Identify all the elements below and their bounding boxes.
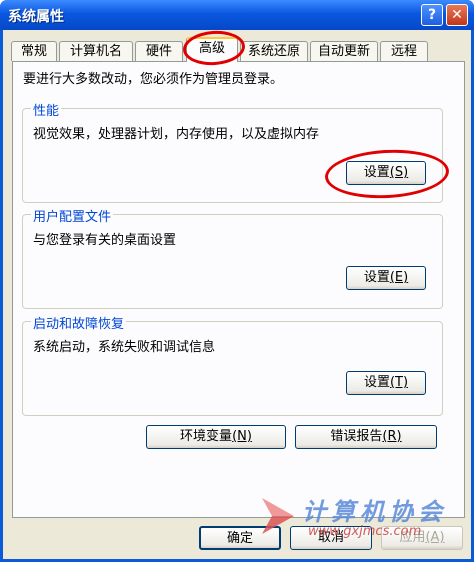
title-bar[interactable]: 系统属性 ? ✕ xyxy=(0,0,474,30)
dialog-body: 常规 计算机名 硬件 高级 系统还原 自动更新 远程 要进行大多数改动，您必须作… xyxy=(3,28,471,559)
system-properties-window: 系统属性 ? ✕ 常规 计算机名 硬件 高级 系统还原 自动更新 远程 要进行大… xyxy=(0,0,474,562)
startup-recovery-group: 启动和故障恢复 系统启动，系统失败和调试信息 xyxy=(22,313,443,416)
performance-settings-button[interactable]: 设置(S) xyxy=(346,161,426,185)
user-profiles-group: 用户配置文件 与您登录有关的桌面设置 xyxy=(22,206,443,309)
performance-group: 性能 视觉效果，处理器计划，内存使用，以及虚拟内存 xyxy=(22,100,443,203)
user-profiles-group-label: 用户配置文件 xyxy=(31,206,114,225)
watermark-logo-icon xyxy=(262,498,294,534)
tab-general[interactable]: 常规 xyxy=(11,41,57,61)
error-reporting-button[interactable]: 错误报告(R) xyxy=(295,425,437,449)
performance-description: 视觉效果，处理器计划，内存使用，以及虚拟内存 xyxy=(33,127,320,142)
tab-hardware[interactable]: 硬件 xyxy=(135,41,183,61)
help-button[interactable]: ? xyxy=(421,4,443,26)
window-title: 系统属性 xyxy=(8,9,64,25)
environment-variables-button[interactable]: 环境变量(N) xyxy=(146,425,286,449)
watermark: 计算机协会 www.gxjmcs.com xyxy=(258,488,468,558)
tab-computer-name[interactable]: 计算机名 xyxy=(59,41,133,61)
startup-recovery-settings-button[interactable]: 设置(T) xyxy=(346,371,426,395)
startup-recovery-description: 系统启动，系统失败和调试信息 xyxy=(33,340,216,355)
close-button[interactable]: ✕ xyxy=(446,4,468,26)
watermark-url: www.gxjmcs.com xyxy=(308,524,422,539)
tab-remote[interactable]: 远程 xyxy=(380,41,428,61)
tab-automatic-updates[interactable]: 自动更新 xyxy=(310,41,378,61)
user-profiles-description: 与您登录有关的桌面设置 xyxy=(33,233,177,248)
startup-recovery-group-label: 启动和故障恢复 xyxy=(31,313,127,332)
admin-note: 要进行大多数改动，您必须作为管理员登录。 xyxy=(23,72,284,87)
user-profiles-settings-button[interactable]: 设置(E) xyxy=(346,266,426,290)
performance-group-label: 性能 xyxy=(31,100,62,119)
watermark-text: 计算机协会 xyxy=(302,498,447,526)
tab-system-restore[interactable]: 系统还原 xyxy=(240,41,308,61)
tab-advanced[interactable]: 高级 xyxy=(186,37,238,62)
